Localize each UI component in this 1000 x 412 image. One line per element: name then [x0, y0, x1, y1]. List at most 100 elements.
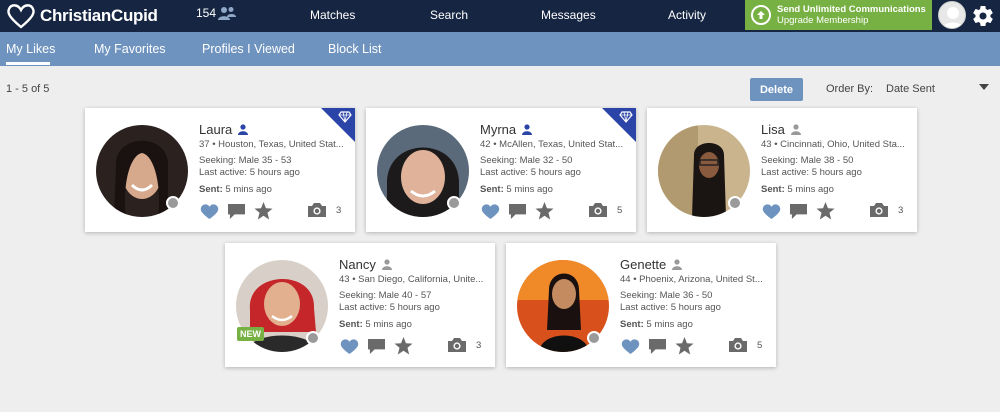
- top-nav-bar: ChristianCupid 154 Matches Search Messag…: [0, 0, 1000, 32]
- profile-seeking: Seeking: Male 36 - 50: [620, 290, 713, 301]
- profile-sent: Sent: 5 mins ago: [199, 184, 349, 195]
- online-status-indicator: [447, 196, 461, 210]
- result-count: 1 - 5 of 5: [6, 83, 50, 95]
- people-icon: [218, 7, 237, 20]
- profile-location: 42 • McAllen, Texas, United Stat...: [480, 139, 624, 150]
- favorite-button[interactable]: [253, 202, 273, 220]
- sent-label: Sent:: [339, 319, 363, 330]
- photo-count-button[interactable]: 3: [447, 337, 481, 353]
- photo-count-button[interactable]: 3: [869, 202, 903, 218]
- like-button[interactable]: [761, 202, 781, 220]
- profile-location: 43 • San Diego, California, Unite...: [339, 274, 484, 285]
- photo-count-button[interactable]: 3: [307, 202, 341, 218]
- diamond-icon: [619, 111, 633, 123]
- new-badge: NEW: [237, 327, 264, 341]
- profile-seeking: Seeking: Male 32 - 50: [480, 155, 573, 166]
- profile-location: 37 • Houston, Texas, United Stat...: [199, 139, 344, 150]
- profile-card[interactable]: Myrna 42 • McAllen, Texas, United Stat..…: [366, 108, 636, 232]
- nav-activity[interactable]: Activity: [668, 8, 706, 22]
- photo-count: 3: [898, 204, 904, 216]
- message-button[interactable]: [788, 202, 808, 220]
- profile-name[interactable]: Myrna: [480, 122, 516, 137]
- like-button[interactable]: [339, 337, 359, 355]
- chevron-down-icon[interactable]: [979, 84, 989, 90]
- delete-button[interactable]: Delete: [750, 78, 803, 101]
- star-icon: [394, 337, 412, 355]
- camera-icon: [448, 338, 466, 352]
- tab-profiles-i-viewed[interactable]: Profiles I Viewed: [202, 42, 295, 56]
- gear-icon[interactable]: [971, 4, 995, 28]
- nav-search[interactable]: Search: [430, 8, 468, 22]
- favorite-button[interactable]: [393, 337, 413, 355]
- profile-card[interactable]: Lisa 43 • Cincinnati, Ohio, United Sta..…: [647, 108, 917, 232]
- profile-card[interactable]: Genette 44 • Phoenix, Arizona, United St…: [506, 243, 776, 367]
- profile-location: 43 • Cincinnati, Ohio, United Sta...: [761, 139, 905, 150]
- nav-matches[interactable]: Matches: [310, 8, 355, 22]
- tab-my-favorites[interactable]: My Favorites: [94, 42, 166, 56]
- star-icon: [535, 202, 553, 220]
- heart-icon: [762, 203, 780, 219]
- profile-name[interactable]: Lisa: [761, 122, 785, 137]
- profile-sent: Sent: 5 mins ago: [339, 319, 489, 330]
- star-icon: [675, 337, 693, 355]
- sent-label: Sent:: [620, 319, 644, 330]
- photo-count-button[interactable]: 5: [728, 337, 762, 353]
- heart-icon: [340, 338, 358, 354]
- upgrade-button[interactable]: Send Unlimited Communications Upgrade Me…: [745, 0, 932, 30]
- heart-logo-icon: [7, 4, 35, 29]
- profile-card[interactable]: Laura 37 • Houston, Texas, United Stat..…: [85, 108, 355, 232]
- nav-messages[interactable]: Messages: [541, 8, 596, 22]
- logo-text: ChristianCupid: [40, 6, 158, 25]
- star-icon: [816, 202, 834, 220]
- photo-count-button[interactable]: 5: [588, 202, 622, 218]
- camera-icon: [729, 338, 747, 352]
- chat-bubble-icon: [789, 203, 807, 219]
- sent-value: 5 mins ago: [506, 184, 553, 195]
- person-icon: [238, 124, 249, 135]
- sent-value: 5 mins ago: [365, 319, 412, 330]
- logo[interactable]: ChristianCupid: [6, 3, 158, 29]
- active-tab-indicator: [6, 62, 50, 65]
- user-avatar[interactable]: [938, 1, 966, 29]
- upgrade-subline: Upgrade Membership: [777, 15, 869, 26]
- profile-last-active: Last active: 5 hours ago: [199, 167, 300, 178]
- sent-value: 5 mins ago: [787, 184, 834, 195]
- photo-count: 3: [336, 204, 342, 216]
- favorite-button[interactable]: [674, 337, 694, 355]
- heart-icon: [621, 338, 639, 354]
- order-by-select[interactable]: Date Sent: [886, 83, 990, 95]
- online-status-indicator: [728, 196, 742, 210]
- profile-sent: Sent: 5 mins ago: [620, 319, 770, 330]
- person-icon: [522, 124, 533, 135]
- like-button[interactable]: [620, 337, 640, 355]
- camera-icon: [589, 203, 607, 217]
- photo-count: 5: [757, 339, 763, 351]
- chat-bubble-icon: [648, 338, 666, 354]
- notifications-counter[interactable]: 154: [196, 6, 237, 20]
- sub-nav-bar: My Likes My Favorites Profiles I Viewed …: [0, 32, 1000, 66]
- tab-block-list[interactable]: Block List: [328, 42, 382, 56]
- favorite-button[interactable]: [815, 202, 835, 220]
- person-icon: [381, 259, 392, 270]
- sent-value: 5 mins ago: [225, 184, 272, 195]
- chat-bubble-icon: [227, 203, 245, 219]
- favorite-button[interactable]: [534, 202, 554, 220]
- profile-sent: Sent: 5 mins ago: [761, 184, 911, 195]
- tab-my-likes[interactable]: My Likes: [6, 42, 55, 56]
- online-status-indicator: [587, 331, 601, 345]
- message-button[interactable]: [647, 337, 667, 355]
- message-button[interactable]: [507, 202, 527, 220]
- profile-location: 44 • Phoenix, Arizona, United St...: [620, 274, 763, 285]
- message-button[interactable]: [366, 337, 386, 355]
- profile-name[interactable]: Laura: [199, 122, 232, 137]
- like-button[interactable]: [480, 202, 500, 220]
- message-button[interactable]: [226, 202, 246, 220]
- person-icon: [790, 124, 801, 135]
- profile-card[interactable]: NEW Nancy 43 • San Diego, California, Un…: [225, 243, 495, 367]
- like-button[interactable]: [199, 202, 219, 220]
- online-status-indicator: [166, 196, 180, 210]
- heart-icon: [200, 203, 218, 219]
- profile-name[interactable]: Genette: [620, 257, 666, 272]
- online-status-indicator: [306, 331, 320, 345]
- profile-name[interactable]: Nancy: [339, 257, 376, 272]
